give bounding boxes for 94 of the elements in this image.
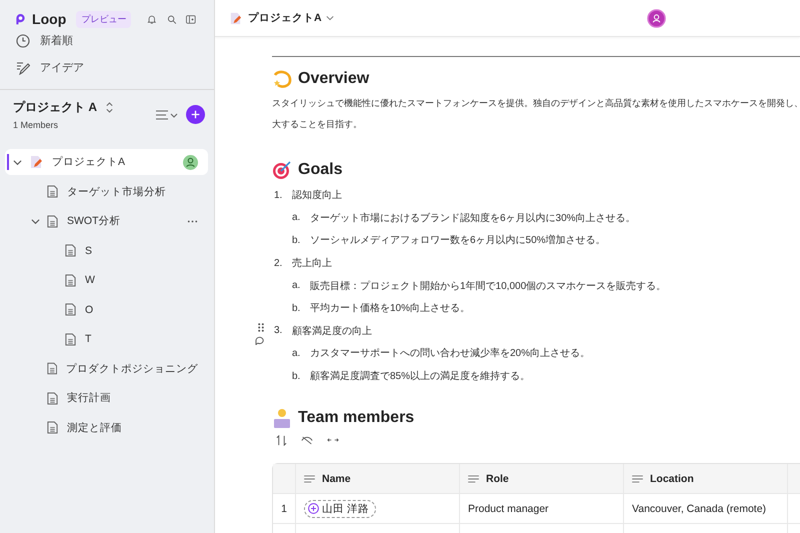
- list-text: 販売目標：プロジェクト開始から1年間で10,000個のスマホケースを販売する。: [310, 280, 666, 293]
- clock-icon: [16, 34, 30, 48]
- text-lines-icon: [468, 474, 479, 483]
- text-lines-icon: [304, 474, 315, 483]
- tree-item-label: プロダクトポジショニング: [66, 362, 198, 376]
- list-number: 3.: [273, 325, 284, 336]
- tree-item[interactable]: 測定と評価: [5, 413, 208, 442]
- tree-item[interactable]: S: [5, 236, 208, 266]
- loop-logo-icon: [15, 12, 26, 26]
- chevron-down-icon[interactable]: [326, 14, 334, 22]
- list-letter: a.: [291, 348, 302, 359]
- workspace-title: プロジェクト A: [13, 99, 97, 116]
- list-text: ソーシャルメディアフォロワー数を6ヶ月以内に50%増加させる。: [310, 234, 606, 248]
- tree-item-label: プロジェクトA: [52, 155, 126, 169]
- list-text: ターゲット市場におけるブランド認知度を6ヶ月以内に30%向上させる。: [310, 212, 636, 225]
- text-lines-icon: [632, 474, 643, 483]
- column-header[interactable]: Role: [460, 464, 624, 494]
- column-header[interactable]: Location: [624, 464, 788, 494]
- list-letter: a.: [291, 212, 302, 224]
- tree-item-label: 実行計画: [67, 391, 112, 406]
- avatar-icon[interactable]: [646, 8, 666, 28]
- sort-arrows-icon[interactable]: [105, 102, 114, 113]
- row-number: 1: [273, 494, 296, 524]
- comment-icon[interactable]: [255, 336, 266, 345]
- list-text: 顧客満足度の向上: [292, 324, 372, 338]
- tree-item-label: ターゲット市場分析: [67, 184, 167, 199]
- sort-icon[interactable]: [276, 434, 287, 446]
- chevron-icon[interactable]: [31, 216, 40, 226]
- page-title[interactable]: プロジェクトA: [248, 11, 322, 25]
- app-name: Loop: [32, 11, 66, 27]
- list-text: 平均カート価格を10%向上させる。: [310, 302, 470, 316]
- tree-item[interactable]: SWOT分析: [5, 206, 208, 236]
- tree-item-label: 測定と評価: [67, 420, 123, 435]
- tree-item[interactable]: W: [5, 266, 208, 295]
- list-text: カスタマーサポートへの問い合わせ減少率を20%向上させる。: [310, 346, 590, 360]
- list-text: 顧客満足度調査で85%以上の満足度を維持する。: [310, 370, 530, 384]
- eye-hidden-icon[interactable]: [301, 436, 313, 445]
- page-icon: [47, 392, 58, 405]
- nav-item[interactable]: 新着順: [0, 27, 214, 54]
- column-header[interactable]: Name: [296, 464, 460, 494]
- tree-item[interactable]: O: [5, 295, 208, 324]
- list-letter: b.: [291, 234, 302, 246]
- add-circle-icon: [308, 503, 319, 514]
- tree-item-label: O: [85, 304, 94, 316]
- search-icon[interactable]: [166, 12, 176, 26]
- list-view-icon[interactable]: [156, 110, 178, 120]
- tree-item[interactable]: ターゲット市場分析: [5, 177, 208, 206]
- page-icon: [65, 332, 76, 346]
- tree-item-label: SWOT分析: [67, 214, 122, 228]
- page-icon: [46, 362, 57, 376]
- chevron-icon[interactable]: [13, 158, 22, 166]
- tree-item-label: W: [85, 274, 96, 286]
- list-number: 2.: [273, 258, 284, 269]
- more-icon[interactable]: [187, 220, 198, 223]
- person-laptop-icon: [272, 408, 292, 428]
- dizzy-star-icon: [272, 69, 292, 89]
- tree-item[interactable]: 実行計画: [5, 384, 208, 413]
- list-letter: b.: [291, 370, 302, 382]
- bell-icon[interactable]: [147, 12, 157, 26]
- tree-item[interactable]: T: [5, 324, 208, 354]
- tree-item-label: S: [85, 244, 94, 257]
- member-count: 1 Members: [13, 120, 60, 130]
- page-pencil-icon: [29, 155, 43, 169]
- section-heading: Team members: [298, 409, 414, 428]
- section-heading: Goals: [298, 161, 342, 179]
- page-icon: [65, 303, 76, 316]
- table-cell: Vancouver, Canada (remote): [624, 494, 788, 524]
- list-text: 売上向上: [292, 256, 332, 270]
- list-letter: a.: [291, 280, 302, 292]
- panel-icon[interactable]: [186, 14, 196, 24]
- paragraph: スタイリッシュで機能性に優れたスマートフォンケースを提供。独自のデザインと高品質な素材を使用したスマホケースを開発し、 大することを目指す。: [272, 97, 800, 131]
- page-pencil-icon: [229, 12, 242, 24]
- list-letter: b.: [291, 302, 302, 314]
- list-text: 認知度向上: [292, 188, 342, 202]
- page-icon: [65, 274, 76, 287]
- section-heading: Overview: [298, 70, 370, 88]
- preview-badge: プレビュー: [76, 10, 132, 28]
- tree-item-label: T: [85, 333, 92, 346]
- page-icon: [47, 214, 58, 228]
- resize-arrows-icon[interactable]: [327, 437, 339, 444]
- list-number: 1.: [273, 190, 284, 201]
- pencil-lines-icon: [16, 60, 30, 74]
- add-button[interactable]: [186, 105, 205, 124]
- nav-item[interactable]: アイデア: [0, 54, 214, 81]
- tree-item[interactable]: プロジェクトA: [5, 149, 208, 175]
- person-chip[interactable]: 山田 洋路: [304, 500, 376, 518]
- avatar-icon: [183, 154, 198, 170]
- tree-item[interactable]: プロダクトポジショニング: [5, 354, 208, 384]
- page-icon: [47, 185, 58, 198]
- drag-handle-icon[interactable]: [258, 322, 264, 332]
- page-icon: [47, 421, 58, 434]
- page-icon: [65, 244, 76, 258]
- table-cell: Product manager: [460, 494, 624, 524]
- target-icon: [272, 160, 292, 180]
